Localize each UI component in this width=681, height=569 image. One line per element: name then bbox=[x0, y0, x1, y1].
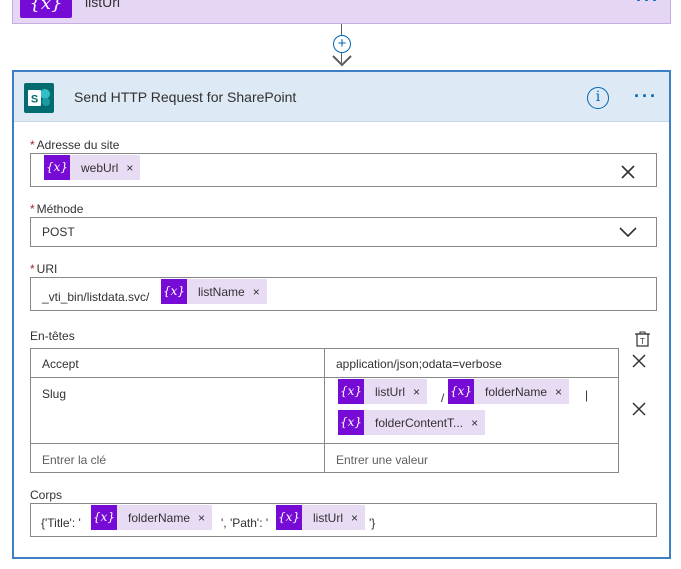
remove-token-button[interactable]: × bbox=[245, 285, 267, 299]
headers-table: Accept application/json;odata=verbose Sl… bbox=[30, 348, 619, 473]
delete-row-icon[interactable] bbox=[632, 354, 646, 368]
svg-text:T: T bbox=[640, 337, 645, 346]
sharepoint-icon: S bbox=[24, 83, 54, 113]
remove-token-button[interactable]: × bbox=[190, 511, 212, 525]
variable-icon: {x} bbox=[276, 505, 302, 530]
variable-icon: {x} bbox=[20, 0, 72, 18]
body-text: {'Title': ' bbox=[41, 516, 81, 530]
top-card-menu-button[interactable]: ··· bbox=[636, 0, 660, 11]
remove-token-button[interactable]: × bbox=[547, 385, 569, 399]
variable-icon: {x} bbox=[338, 410, 364, 435]
token-label: folderName bbox=[128, 510, 191, 525]
body-text: ', 'Path': ' bbox=[221, 516, 269, 530]
switch-to-text-mode-icon[interactable]: T bbox=[634, 331, 652, 349]
listname-token[interactable]: {x} listName × bbox=[161, 279, 267, 304]
required-marker: * bbox=[30, 202, 35, 216]
required-marker: * bbox=[30, 138, 35, 152]
table-divider bbox=[324, 349, 325, 472]
body-text: '} bbox=[369, 516, 376, 530]
uri-label-text: URI bbox=[36, 262, 58, 276]
foldercontenttype-token[interactable]: {x} folderContentT... × bbox=[338, 410, 486, 435]
header-value-input[interactable]: application/json;odata=verbose bbox=[336, 357, 502, 371]
remove-token-button[interactable]: × bbox=[405, 385, 427, 399]
table-divider bbox=[31, 443, 618, 444]
uri-field[interactable]: _vti_bin/listdata.svc/ {x} listName × bbox=[30, 277, 657, 311]
delete-row-icon[interactable] bbox=[632, 402, 646, 416]
insert-step-button[interactable]: + bbox=[333, 35, 351, 53]
method-label: * Méthode bbox=[30, 202, 83, 216]
remove-token-button[interactable]: × bbox=[118, 161, 140, 175]
listurl-token[interactable]: {x} listUrl × bbox=[276, 505, 366, 530]
variable-icon: {x} bbox=[161, 279, 187, 304]
variable-icon: {x} bbox=[448, 379, 474, 404]
arrow-down-icon bbox=[332, 55, 352, 67]
foldername-token[interactable]: {x} folderName × bbox=[91, 505, 213, 530]
info-icon[interactable]: i bbox=[587, 87, 609, 109]
remove-token-button[interactable]: × bbox=[463, 416, 485, 430]
top-card-title: listUrl bbox=[85, 0, 120, 10]
site-address-label: * Adresse du site bbox=[30, 138, 119, 152]
action-menu-button[interactable]: ··· bbox=[634, 86, 658, 107]
variable-icon: {x} bbox=[91, 505, 117, 530]
variable-icon: {x} bbox=[44, 155, 70, 180]
method-value: POST bbox=[42, 225, 75, 239]
token-label: listName bbox=[198, 284, 245, 299]
new-header-value-input[interactable]: Entrer une valeur bbox=[336, 453, 428, 467]
body-label: Corps bbox=[30, 488, 63, 502]
header-key-input[interactable]: Slug bbox=[42, 387, 66, 401]
chevron-down-icon[interactable] bbox=[618, 226, 638, 238]
action-card: S Send HTTP Request for SharePoint i ···… bbox=[12, 70, 671, 559]
uri-prefix-text: _vti_bin/listdata.svc/ bbox=[42, 290, 150, 304]
top-variable-card[interactable]: {x} listUrl ··· bbox=[12, 0, 671, 24]
clear-icon[interactable] bbox=[620, 164, 636, 180]
variable-icon: {x} bbox=[338, 379, 364, 404]
new-header-key-input[interactable]: Entrer la clé bbox=[42, 453, 106, 467]
site-address-label-text: Adresse du site bbox=[36, 138, 120, 152]
weburl-token[interactable]: {x} webUrl × bbox=[44, 155, 141, 180]
action-title: Send HTTP Request for SharePoint bbox=[74, 89, 297, 105]
token-label: folderName bbox=[485, 384, 548, 399]
required-marker: * bbox=[30, 262, 35, 276]
svg-text:S: S bbox=[31, 94, 38, 106]
token-label: listUrl bbox=[313, 510, 343, 525]
token-label: listUrl bbox=[375, 384, 405, 399]
method-label-text: Méthode bbox=[36, 202, 84, 216]
uri-label: * URI bbox=[30, 262, 57, 276]
separator-text: / bbox=[441, 391, 445, 405]
text-cursor: | bbox=[585, 388, 589, 402]
table-divider bbox=[31, 377, 618, 378]
remove-token-button[interactable]: × bbox=[343, 511, 365, 525]
token-label: folderContentT... bbox=[375, 415, 464, 430]
site-address-field[interactable]: {x} webUrl × bbox=[30, 153, 657, 187]
body-field[interactable]: {'Title': ' {x} folderName × ', 'Path': … bbox=[30, 503, 657, 537]
foldername-token[interactable]: {x} folderName × bbox=[448, 379, 570, 404]
headers-label: En-têtes bbox=[30, 329, 75, 343]
listurl-token[interactable]: {x} listUrl × bbox=[338, 379, 428, 404]
token-label: webUrl bbox=[81, 160, 119, 175]
method-select[interactable]: POST bbox=[30, 217, 657, 247]
action-card-header[interactable]: S Send HTTP Request for SharePoint i ··· bbox=[14, 72, 669, 122]
header-key-input[interactable]: Accept bbox=[42, 357, 79, 371]
